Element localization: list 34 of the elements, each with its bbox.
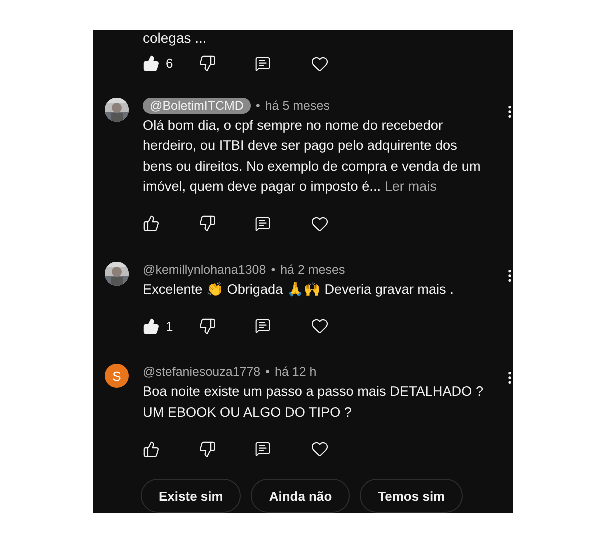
comment-text: Excelente 👏 Obrigada 🙏🙌 Deveria gravar mais . — [143, 280, 455, 299]
separator-dot: • — [271, 262, 276, 276]
like-count: 6 — [166, 56, 174, 71]
comment-text: Olá bom dia, o cpf sempre no nome do recebedor herdeiro, ou ITBI deve ser pago pelo adquirente dos bens ou direitos. No exemplo de compra e venda de um imóvel, quem deve pagar o imposto é... Ler mais — [143, 116, 482, 196]
dislike-button[interactable] — [199, 55, 216, 72]
heart-button[interactable] — [311, 54, 329, 72]
suggested-reply-chip[interactable]: Temos sim — [360, 479, 464, 513]
like-button[interactable] — [143, 215, 160, 232]
like-button[interactable] — [143, 55, 160, 72]
like-button[interactable] — [143, 440, 160, 458]
separator-dot: • — [266, 365, 270, 379]
comment-text: Boa noite existe um passo a passo mais DETALHADO ? UM EBOOK OU ALGO DO TIPO ? — [143, 383, 485, 422]
author-name[interactable]: @kemillynlohana1308 — [143, 262, 266, 276]
comment-time: há 12 h — [275, 365, 317, 379]
author-name[interactable]: @stefaniesouza1778 — [143, 365, 261, 379]
separator-dot: • — [256, 98, 260, 112]
reply-button[interactable] — [255, 56, 271, 72]
suggested-reply-chip[interactable]: Existe sim — [141, 479, 242, 513]
like-count: 1 — [166, 318, 174, 334]
reply-button[interactable] — [255, 216, 271, 232]
comment-time: há 2 meses — [280, 262, 346, 276]
comment-text: colegas ... — [142, 30, 208, 46]
comment-time: há 5 meses — [265, 98, 330, 112]
like-button[interactable] — [143, 318, 160, 334]
dislike-button[interactable] — [199, 215, 216, 232]
reply-button[interactable] — [255, 441, 271, 457]
dislike-button[interactable] — [199, 318, 216, 334]
heart-button[interactable] — [311, 317, 329, 335]
read-more-link[interactable]: Ler mais — [384, 179, 437, 194]
heart-button[interactable] — [311, 440, 329, 458]
dislike-button[interactable] — [199, 440, 216, 458]
suggested-reply-chip[interactable]: Ainda não — [251, 479, 350, 513]
heart-button[interactable] — [311, 214, 329, 232]
reply-button[interactable] — [255, 318, 271, 334]
